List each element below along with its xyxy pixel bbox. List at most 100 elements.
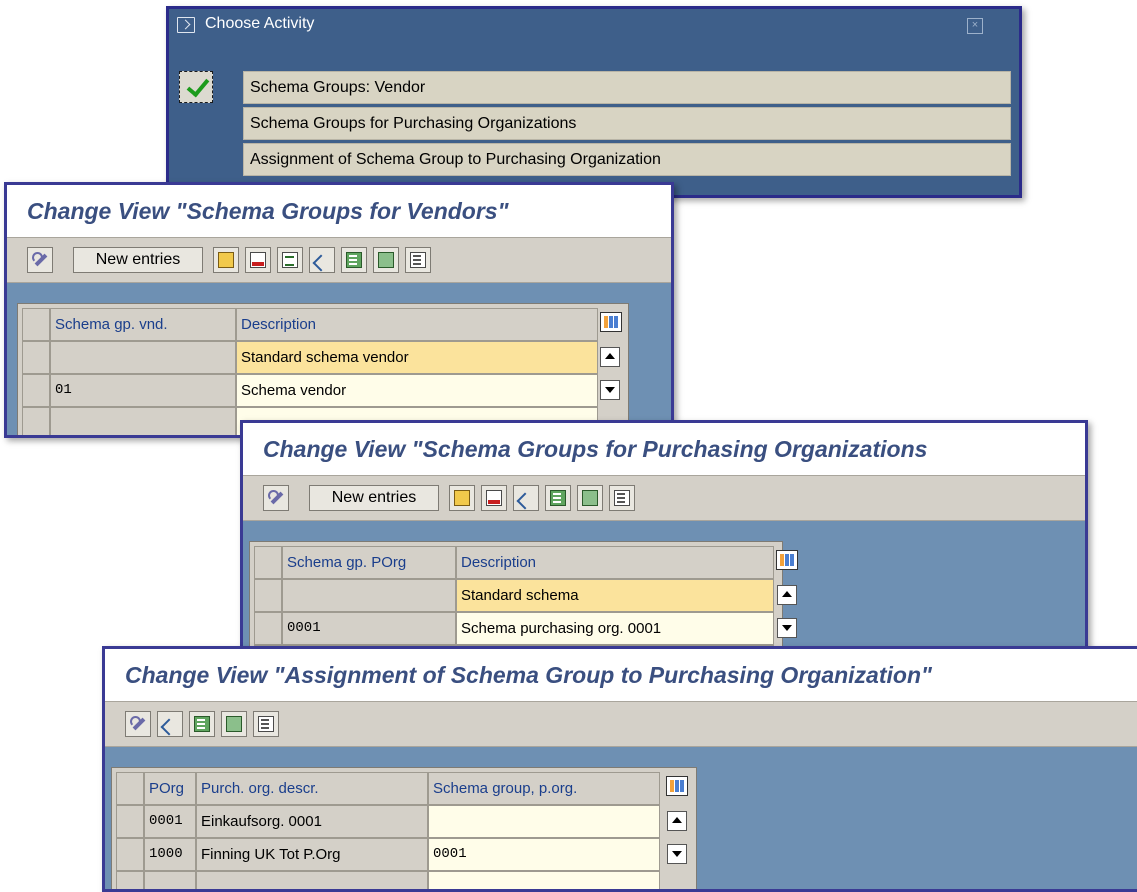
deselect-all-button[interactable] [609,485,635,511]
scroll-up-icon[interactable] [777,585,797,605]
scroll-down-icon[interactable] [600,380,620,400]
deselect-icon [614,490,630,506]
table-settings-icon[interactable] [666,776,688,796]
table-settings-icon[interactable] [600,312,622,332]
porg-toolbar: New entries [243,475,1085,521]
table-header-row: Schema gp. POrg Description [250,546,798,579]
undo-button[interactable] [157,711,183,737]
row-selector[interactable] [116,838,144,871]
change-display-button[interactable] [263,485,289,511]
table-row: Standard schema [250,579,797,612]
table-header-row: Schema gp. vnd. Description [18,308,630,341]
deselect-all-button[interactable] [253,711,279,737]
table-row: 0001 Einkaufsorg. 0001 [112,805,698,838]
undo-button[interactable] [513,485,539,511]
vendor-table-area: Schema gp. vnd. Description Standard sch… [7,283,671,435]
select-block-button[interactable] [373,247,399,273]
vendor-toolbar: New entries [7,237,671,283]
row-selector[interactable] [22,374,50,407]
dialog-title: Choose Activity [205,15,315,32]
select-all-rows[interactable] [116,772,144,805]
copy-button[interactable] [449,485,475,511]
column-header[interactable]: Description [456,546,774,579]
table-cell-input[interactable]: Standard schema vendor [236,341,598,374]
table-cell [282,579,456,612]
document-icon [282,252,298,268]
confirm-check-icon[interactable] [179,71,213,103]
scroll-down-icon[interactable] [777,618,797,638]
column-header[interactable]: POrg [144,772,196,805]
table-cell-input[interactable]: Standard schema [456,579,774,612]
column-header[interactable]: Schema gp. vnd. [50,308,236,341]
table-row: 0001 Schema purchasing org. 0001 [250,612,797,645]
table-cell [50,341,236,374]
row-selector[interactable] [116,805,144,838]
assignment-table: POrg Purch. org. descr. Schema group, p.… [111,767,698,889]
activity-porg-schema[interactable]: Schema Groups for Purchasing Organizatio… [243,107,1011,140]
undo-icon [314,252,330,268]
delete-icon [486,490,502,506]
change-display-button[interactable] [27,247,53,273]
deselect-all-button[interactable] [405,247,431,273]
row-selector[interactable] [254,612,282,645]
column-header[interactable]: Schema group, p.org. [428,772,660,805]
copy-icon [218,252,234,268]
activity-vendor-schema[interactable]: Schema Groups: Vendor [243,71,1011,104]
select-all-button[interactable] [189,711,215,737]
vendor-table: Schema gp. vnd. Description Standard sch… [17,303,630,435]
assignment-view-title: Change View "Assignment of Schema Group … [105,649,1137,701]
select-block-button[interactable] [577,485,603,511]
row-selector[interactable] [116,871,144,889]
table-row: 1000 Finning UK Tot P.Org 0001 [112,838,698,871]
new-entries-button[interactable]: New entries [309,485,439,511]
copy-icon [454,490,470,506]
copy-button[interactable] [213,247,239,273]
select-all-rows[interactable] [22,308,50,341]
table-cell-input[interactable]: 0001 [428,838,660,871]
table-cell [50,407,236,435]
select-block-icon [226,716,242,732]
save-button[interactable] [277,247,303,273]
table-row: Standard schema vendor [18,341,630,374]
table-cell: 0001 [282,612,456,645]
select-block-button[interactable] [221,711,247,737]
assignment-window: Change View "Assignment of Schema Group … [102,646,1137,892]
undo-icon [162,716,178,732]
delete-button[interactable] [481,485,507,511]
row-selector[interactable] [254,579,282,612]
new-entries-button[interactable]: New entries [73,247,203,273]
undo-icon [518,490,534,506]
change-display-button[interactable] [125,711,151,737]
deselect-icon [258,716,274,732]
select-all-button[interactable] [341,247,367,273]
select-block-icon [378,252,394,268]
scroll-down-icon[interactable] [667,844,687,864]
table-cell [144,871,196,889]
vendor-view-title: Change View "Schema Groups for Vendors" [7,185,671,237]
table-cell-input[interactable]: Schema vendor [236,374,598,407]
assignment-toolbar [105,701,1137,747]
activity-assign-schema[interactable]: Assignment of Schema Group to Purchasing… [243,143,1011,176]
undo-button[interactable] [309,247,335,273]
row-selector[interactable] [22,407,50,435]
delete-button[interactable] [245,247,271,273]
dialog-menu-icon[interactable] [177,17,195,33]
column-header[interactable]: Description [236,308,598,341]
table-settings-icon[interactable] [776,550,798,570]
table-cell-input[interactable] [428,805,660,838]
vendor-schema-window: Change View "Schema Groups for Vendors" … [4,182,674,438]
close-icon[interactable]: × [967,18,983,34]
scroll-up-icon[interactable] [600,347,620,367]
pen-icon [268,490,284,506]
table-cell-input[interactable] [428,871,660,889]
select-all-button[interactable] [545,485,571,511]
select-all-icon [550,490,566,506]
row-selector[interactable] [22,341,50,374]
column-header[interactable]: Schema gp. POrg [282,546,456,579]
scroll-up-icon[interactable] [667,811,687,831]
table-cell [196,871,428,889]
pen-icon [32,252,48,268]
select-all-rows[interactable] [254,546,282,579]
table-cell-input[interactable]: Schema purchasing org. 0001 [456,612,774,645]
column-header[interactable]: Purch. org. descr. [196,772,428,805]
